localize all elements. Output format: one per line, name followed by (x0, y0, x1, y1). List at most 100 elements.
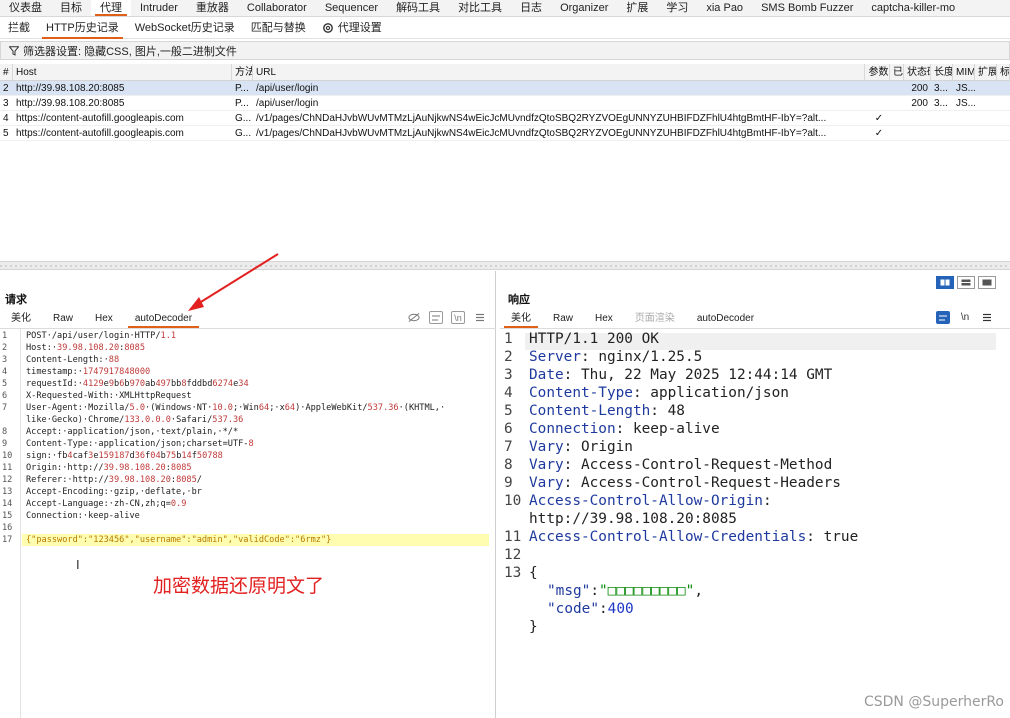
req-tab-raw[interactable]: Raw (42, 310, 84, 327)
col-more[interactable]: 标 (997, 63, 1010, 81)
code-line: POST·/api/user/login·HTTP/1.1 (26, 331, 177, 341)
col-length[interactable]: 长度 (931, 63, 953, 81)
hide-icon[interactable] (407, 311, 421, 324)
resp-tab-render[interactable]: 页面渲染 (624, 310, 686, 327)
response-editor[interactable]: 1 HTTP/1.1 200 OK 2 Server: nginx/1.25.5 3 Da… (500, 328, 1010, 718)
code-line: Date: Thu, 22 May 2025 12:44:14 GMT (529, 367, 833, 383)
proxy-settings-button[interactable]: 代理设置 (314, 18, 390, 38)
cell-method: P... (235, 82, 249, 94)
top-tab[interactable]: Sequencer (316, 0, 387, 16)
pane-splitter[interactable] (0, 261, 1010, 270)
filter-bar[interactable]: 筛选器设置: 隐藏CSS, 图片,一般二进制文件 (0, 41, 1010, 60)
line-number: 7 (2, 403, 8, 413)
line-number: 13 (504, 565, 522, 581)
annotation-text: 加密数据还原明文了 (153, 575, 325, 597)
table-row[interactable]: 2 http://39.98.108.20:8085 P... /api/user/l… (0, 81, 1010, 96)
code-line: sign:·fb4caf3e159187d36f04b75b14f50788 (26, 451, 223, 461)
cell-status: 200 (911, 97, 928, 109)
req-tab-autodecoder[interactable]: autoDecoder (124, 310, 203, 328)
resp-tab-raw[interactable]: Raw (542, 310, 584, 327)
cell-url: /api/user/login (256, 97, 319, 109)
header-value: nginx/1.25.5 (589, 349, 703, 365)
top-tab[interactable]: 学习 (657, 0, 697, 16)
top-tab[interactable]: 仪表盘 (0, 0, 51, 16)
table-row[interactable]: 4 https://content-autofill.googleapis.com… (0, 111, 1010, 126)
col-num[interactable]: # (0, 63, 13, 81)
request-editor[interactable]: 1 POST·/api/user/login·HTTP/1.1 2 Host:·39.… (0, 328, 496, 718)
code-line: Content-Length: 48 (529, 403, 685, 419)
response-pane: 响应 美化 Raw Hex 页面渲染 autoDecoder \n 1 HTTP/… (500, 271, 1010, 718)
table-header: # Host 方法 URL 参数 已编 状态码 长度 MIME 扩展 标 (0, 63, 1010, 81)
col-params[interactable]: 参数 (865, 63, 890, 81)
top-tab[interactable]: 对比工具 (449, 0, 511, 16)
watermark: CSDN @SuperherRo (863, 694, 1004, 710)
line-number: 7 (504, 439, 513, 455)
header-name: Vary (529, 439, 564, 455)
req-tab-pretty[interactable]: 美化 (0, 310, 42, 327)
top-tab[interactable]: 代理 (91, 0, 131, 16)
funnel-icon (9, 45, 19, 56)
top-tab[interactable]: Intruder (131, 0, 187, 16)
col-mime[interactable]: MIME (953, 63, 975, 81)
col-edited[interactable]: 已编 (890, 63, 904, 81)
line-number: 3 (2, 355, 8, 365)
tab-match-replace[interactable]: 匹配与替换 (243, 18, 314, 38)
line-number: 2 (2, 343, 8, 353)
wrap-toggle-icon[interactable] (936, 311, 950, 324)
top-tab[interactable]: 目标 (51, 0, 91, 16)
top-tab[interactable]: 日志 (511, 0, 551, 16)
resp-tab-autodecoder[interactable]: autoDecoder (686, 310, 765, 327)
resp-tab-hex[interactable]: Hex (584, 310, 624, 327)
top-tab[interactable]: SMS Bomb Fuzzer (752, 0, 862, 16)
response-title: 响应 (508, 294, 530, 306)
line-number: 1 (504, 331, 513, 347)
req-tab-hex[interactable]: Hex (84, 310, 124, 327)
top-tab[interactable]: 重放器 (187, 0, 238, 16)
tab-websocket-history[interactable]: WebSocket历史记录 (127, 18, 243, 38)
cell-num: 2 (3, 82, 9, 94)
menu-icon[interactable] (473, 311, 487, 324)
menu-icon[interactable] (980, 311, 994, 324)
newline-icon[interactable]: \n (451, 311, 465, 324)
table-row[interactable]: 3 http://39.98.108.20:8085 P... /api/user/l… (0, 96, 1010, 111)
line-number: 14 (2, 499, 13, 509)
code-line: Vary: Access-Control-Request-Method (529, 457, 833, 473)
json-value: "□□□□□□□□□" (599, 583, 695, 599)
tab-intercept[interactable]: 拦截 (0, 18, 38, 38)
layout-horizontal-icon[interactable] (957, 276, 975, 289)
col-method[interactable]: 方法 (232, 63, 253, 81)
wrap-icon[interactable] (429, 311, 443, 324)
cell-method: P... (235, 97, 249, 109)
col-url[interactable]: URL (253, 63, 865, 81)
code-line: HTTP/1.1 200 OK (529, 331, 659, 347)
top-tab[interactable]: xia Pao (697, 0, 752, 16)
json-value: 400 (607, 601, 634, 617)
code-line: Vary: Origin (529, 439, 633, 455)
newline-icon[interactable]: \n (958, 311, 972, 324)
layout-single-icon[interactable] (978, 276, 996, 289)
top-tab[interactable]: Organizer (551, 0, 617, 16)
cell-host: https://content-autofill.googleapis.com (16, 127, 184, 139)
top-tab[interactable]: 扩展 (617, 0, 657, 16)
line-number: 4 (504, 385, 513, 401)
header-name: Vary (529, 475, 564, 491)
cell-url: /v1/pages/ChNDaHJvbWUvMTMzLjAuNjkwNS4wEi… (256, 127, 827, 139)
tab-http-history[interactable]: HTTP历史记录 (38, 18, 127, 39)
top-tab[interactable]: 解码工具 (387, 0, 449, 16)
line-number: 11 (2, 463, 13, 473)
line-number: 9 (504, 475, 513, 491)
col-host[interactable]: Host (13, 63, 232, 81)
cell-host: https://content-autofill.googleapis.com (16, 112, 184, 124)
layout-split-icon[interactable] (936, 276, 954, 289)
header-name: Content-Length (529, 403, 651, 419)
cell-mime: JS... (956, 97, 975, 109)
top-tab[interactable]: captcha-killer-mo (862, 0, 964, 16)
top-tab[interactable]: Collaborator (238, 0, 316, 16)
col-status[interactable]: 状态码 (904, 63, 931, 81)
col-extension[interactable]: 扩展 (975, 63, 997, 81)
table-row[interactable]: 5 https://content-autofill.googleapis.com… (0, 126, 1010, 141)
code-line: timestamp:·1747917848000 (26, 367, 151, 377)
resp-tab-pretty[interactable]: 美化 (500, 310, 542, 328)
line-number: 2 (504, 349, 513, 365)
code-line: Connection:·keep-alive (26, 511, 140, 521)
